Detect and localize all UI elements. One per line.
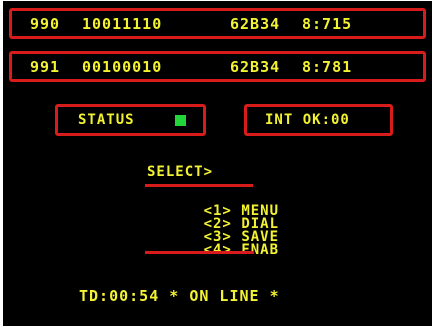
menu-divider-bottom — [145, 251, 253, 254]
readout-bits: 10011110 — [82, 15, 163, 33]
readout-bits: 00100010 — [82, 58, 163, 76]
readout-channel: 991 — [30, 58, 61, 76]
status-label: STATUS — [78, 112, 135, 128]
menu-title: SELECT> — [147, 164, 214, 180]
int-status-label: INT OK:00 — [265, 112, 350, 128]
readout-panel-1: 990 10011110 62B34 8:715 — [9, 8, 426, 39]
readout-channel: 990 — [30, 15, 61, 33]
footer-status: TD:00:54 * ON LINE * — [79, 287, 280, 305]
menu-item-key: <4> — [203, 242, 232, 258]
readout-value: 8:781 — [302, 58, 353, 76]
readout-code: 62B34 — [230, 15, 281, 33]
readout-panel-2: 991 00100010 62B34 8:781 — [9, 51, 426, 82]
menu-item-enab[interactable]: <4> ENAB — [147, 229, 279, 271]
readout-code: 62B34 — [230, 58, 281, 76]
terminal-screen: 990 10011110 62B34 8:715 991 00100010 62… — [3, 1, 432, 326]
menu-item-label: ENAB — [241, 242, 280, 258]
menu-divider-top — [145, 184, 253, 187]
status-button[interactable]: STATUS — [55, 104, 206, 136]
int-status-button[interactable]: INT OK:00 — [244, 104, 393, 136]
status-led-icon — [175, 115, 186, 126]
select-menu: SELECT> <1> MENU <2> DIAL <3> SAVE <4> E… — [145, 163, 278, 258]
readout-value: 8:715 — [302, 15, 353, 33]
